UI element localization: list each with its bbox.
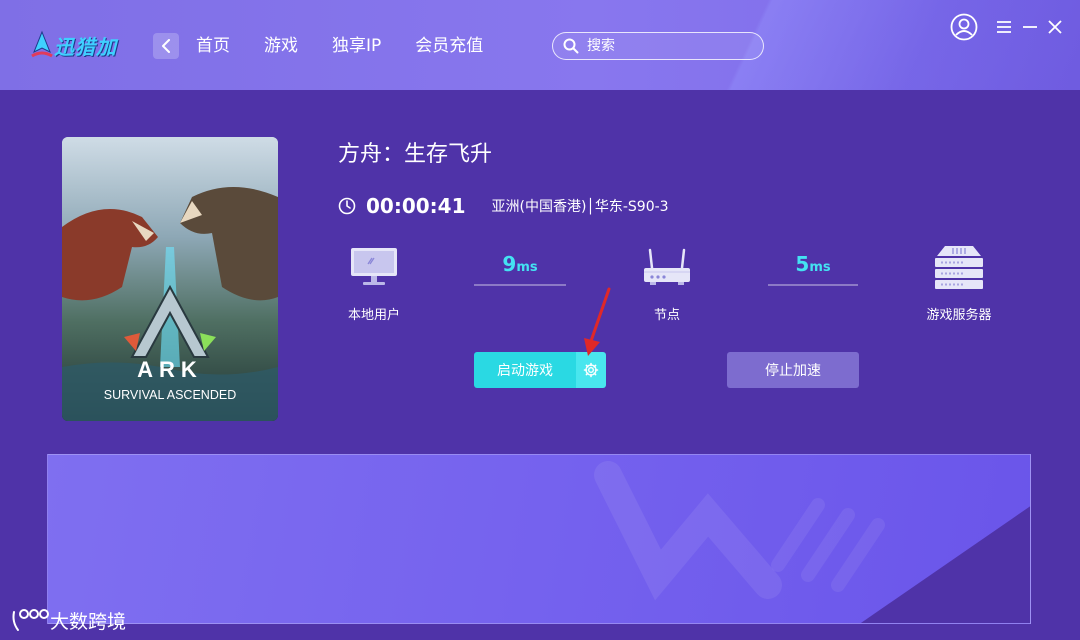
latency-line-2 xyxy=(768,284,858,286)
start-game-button[interactable]: 启动游戏 xyxy=(474,352,576,388)
local-user-label: 本地用户 xyxy=(347,308,400,323)
server-region: 亚洲(中国香港)│华东-S90-3 xyxy=(491,199,669,215)
monitor-icon xyxy=(351,248,397,285)
game-server-node xyxy=(933,244,985,296)
nav-games[interactable]: 游戏 xyxy=(264,32,298,60)
game-server-label: 游戏服务器 xyxy=(926,308,992,323)
nav-dedicated-ip[interactable]: 独享IP xyxy=(332,32,381,60)
cover-subtitle: SURVIVAL ASCENDED xyxy=(104,388,236,402)
watermark: 大数跨境 xyxy=(10,606,126,634)
logo-mark-icon xyxy=(31,30,53,58)
node-label: 节点 xyxy=(653,308,680,323)
back-button[interactable] xyxy=(153,33,179,59)
promo-banner[interactable] xyxy=(47,454,1031,624)
watermark-logo-icon xyxy=(12,609,49,631)
elapsed-timer: 00:00:41 xyxy=(366,194,466,218)
search-input[interactable] xyxy=(585,37,749,55)
menu-button[interactable] xyxy=(995,14,1013,40)
nav-membership[interactable]: 会员充值 xyxy=(415,32,483,60)
latency-line-1 xyxy=(474,284,566,286)
banner-decoration xyxy=(594,461,1030,623)
minimize-icon xyxy=(1023,26,1037,28)
user-account-button[interactable] xyxy=(949,12,979,42)
nav-home[interactable]: 首页 xyxy=(196,32,230,60)
close-icon xyxy=(1048,20,1062,34)
logo-text: 迅猎加 xyxy=(54,34,117,59)
latency-node-server-value: 5 xyxy=(795,252,810,276)
server-icon xyxy=(935,246,983,289)
router-icon xyxy=(644,248,690,285)
annotation-arrow-icon xyxy=(584,287,611,356)
ark-cover-art: ARK SURVIVAL ASCENDED xyxy=(62,137,278,421)
local-user-node xyxy=(350,246,398,292)
cover-title: ARK xyxy=(137,357,203,382)
latency-unit: ms xyxy=(516,260,538,275)
stop-acceleration-button[interactable]: 停止加速 xyxy=(727,352,859,388)
chevron-left-icon xyxy=(162,39,170,53)
close-button[interactable] xyxy=(1046,14,1064,40)
app-logo[interactable]: 迅猎加 xyxy=(30,28,126,62)
relay-node xyxy=(642,246,692,292)
search-box[interactable] xyxy=(552,32,764,60)
gear-icon xyxy=(583,362,599,378)
watermark-text: 大数跨境 xyxy=(50,610,127,633)
main-nav: 首页 游戏 独享IP 会员充值 xyxy=(196,32,517,60)
hamburger-menu-icon xyxy=(997,21,1011,33)
clock-icon xyxy=(338,197,356,215)
user-avatar-icon xyxy=(950,13,978,41)
latency-local-node: 9ms xyxy=(474,252,566,276)
latency-node-server: 5ms xyxy=(768,252,858,276)
latency-unit: ms xyxy=(809,260,831,275)
session-info: 00:00:41 亚洲(中国香港)│华东-S90-3 xyxy=(338,194,669,218)
header-bar: 迅猎加 首页 游戏 独享IP 会员充值 xyxy=(0,0,1080,90)
latency-local-node-value: 9 xyxy=(502,252,517,276)
search-icon xyxy=(563,38,579,54)
game-title: 方舟：生存飞升 xyxy=(338,142,493,167)
minimize-button[interactable] xyxy=(1021,14,1039,40)
game-cover-image: ARK SURVIVAL ASCENDED xyxy=(62,137,278,421)
